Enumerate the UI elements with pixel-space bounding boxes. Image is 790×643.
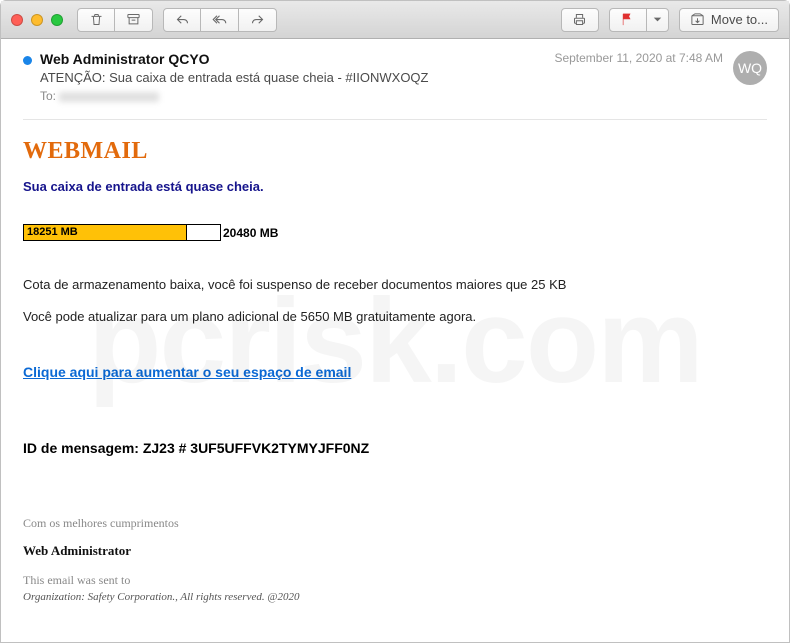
message-content: pcrisk.com Web Administrator QCYO ATENÇÃ…: [1, 39, 789, 642]
header-divider: [23, 119, 767, 120]
usage-current: 18251 MB: [27, 225, 78, 240]
progress-fill: 18251 MB: [24, 225, 187, 240]
window-controls: [11, 14, 63, 26]
footer-line-2: Organization: Safety Corporation., All r…: [23, 591, 767, 603]
move-to-button[interactable]: Move to...: [679, 8, 779, 32]
warning-text: Sua caixa de entrada está quase cheia.: [23, 179, 767, 194]
sender-name: Web Administrator QCYO: [40, 51, 554, 67]
message-id: ID de mensagem: ZJ23 # 3UF5UFFVK2TYMYJFF…: [23, 440, 767, 456]
print-button[interactable]: [561, 8, 599, 32]
progress-track: 18251 MB: [23, 224, 221, 241]
signature: Web Administrator: [23, 543, 767, 559]
archive-button[interactable]: [115, 8, 153, 32]
recipient-redacted: [59, 92, 159, 102]
to-label: To:: [40, 89, 56, 103]
paragraph-2: Você pode atualizar para um plano adicio…: [23, 307, 767, 327]
message-header: Web Administrator QCYO ATENÇÃO: Sua caix…: [23, 51, 767, 103]
paragraph-1: Cota de armazenamento baixa, você foi su…: [23, 275, 767, 295]
reply-button[interactable]: [163, 8, 201, 32]
usage-total: 20480 MB: [223, 226, 278, 240]
brand-title: WEBMAIL: [23, 138, 767, 165]
upgrade-link[interactable]: Clique aqui para aumentar o seu espaço d…: [23, 364, 351, 380]
body-paragraphs: Cota de armazenamento baixa, você foi su…: [23, 275, 767, 326]
flag-dropdown[interactable]: [647, 8, 669, 32]
timestamp: September 11, 2020 at 7:48 AM: [554, 51, 723, 65]
unread-indicator-icon: [23, 56, 32, 65]
minimize-window-button[interactable]: [31, 14, 43, 26]
titlebar: Move to...: [1, 1, 789, 39]
message-body: WEBMAIL Sua caixa de entrada está quase …: [23, 138, 767, 603]
subject-line: ATENÇÃO: Sua caixa de entrada está quase…: [40, 70, 554, 85]
flag-button[interactable]: [609, 8, 647, 32]
maximize-window-button[interactable]: [51, 14, 63, 26]
sender-avatar: WQ: [733, 51, 767, 85]
close-window-button[interactable]: [11, 14, 23, 26]
to-line: To:: [40, 89, 554, 103]
delete-button[interactable]: [77, 8, 115, 32]
footer-line-1: This email was sent to: [23, 573, 767, 588]
storage-usage-bar: 18251 MB 20480 MB: [23, 224, 767, 241]
forward-button[interactable]: [239, 8, 277, 32]
mail-window: Move to... pcrisk.com Web Administrator …: [0, 0, 790, 643]
reply-all-button[interactable]: [201, 8, 239, 32]
move-to-label: Move to...: [711, 12, 768, 27]
closing-text: Com os melhores cumprimentos: [23, 516, 767, 531]
